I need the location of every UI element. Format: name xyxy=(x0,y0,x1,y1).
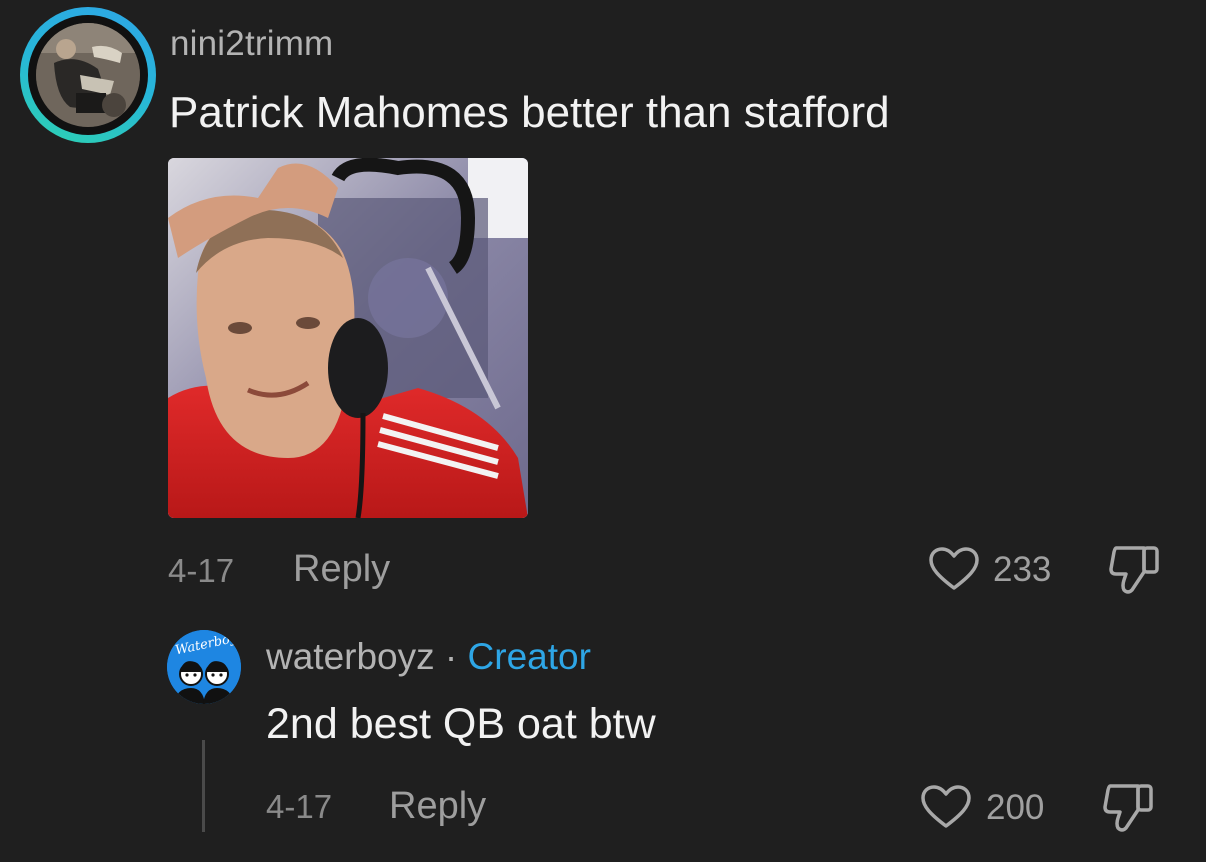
username-separator: · xyxy=(444,636,458,677)
reply-like-button[interactable] xyxy=(920,784,972,835)
comment-text: Patrick Mahomes better than stafford xyxy=(169,88,890,137)
comment-attached-photo[interactable] xyxy=(168,158,528,518)
attached-photo-image xyxy=(168,158,528,518)
like-button[interactable] xyxy=(928,546,980,597)
reply-dislike-button[interactable] xyxy=(1102,782,1156,839)
reply-comment-date: 4-17 xyxy=(266,788,333,825)
waterboyz-logo: Waterboyz xyxy=(167,630,241,704)
thread-line xyxy=(202,740,205,832)
avatar xyxy=(36,23,140,127)
comment-date: 4-17 xyxy=(168,552,235,589)
reply-username[interactable]: waterboyz xyxy=(266,636,435,677)
comments-panel: nini2trimm Patrick Mahomes better than s… xyxy=(0,0,1206,862)
avatar-photo-image xyxy=(36,23,140,127)
avatar-frame xyxy=(28,15,148,135)
heart-icon xyxy=(929,547,979,590)
comment-username[interactable]: nini2trimm xyxy=(170,24,333,64)
reply-comment-text: 2nd best QB oat btw xyxy=(266,700,656,748)
reply-avatar[interactable]: Waterboyz xyxy=(167,630,241,704)
like-count: 233 xyxy=(993,550,1052,589)
reply-like-count: 200 xyxy=(986,788,1045,827)
thumbs-down-icon xyxy=(1103,784,1153,832)
dislike-button[interactable] xyxy=(1108,544,1162,601)
reply-username-line: waterboyz · Creator xyxy=(266,636,591,678)
avatar-story-ring[interactable] xyxy=(20,7,156,143)
thumbs-down-icon xyxy=(1109,546,1159,594)
creator-badge: Creator xyxy=(467,636,591,677)
reply-button[interactable]: Reply xyxy=(293,548,390,591)
reply-comment-reply-button[interactable]: Reply xyxy=(389,785,486,828)
heart-icon xyxy=(921,785,971,828)
